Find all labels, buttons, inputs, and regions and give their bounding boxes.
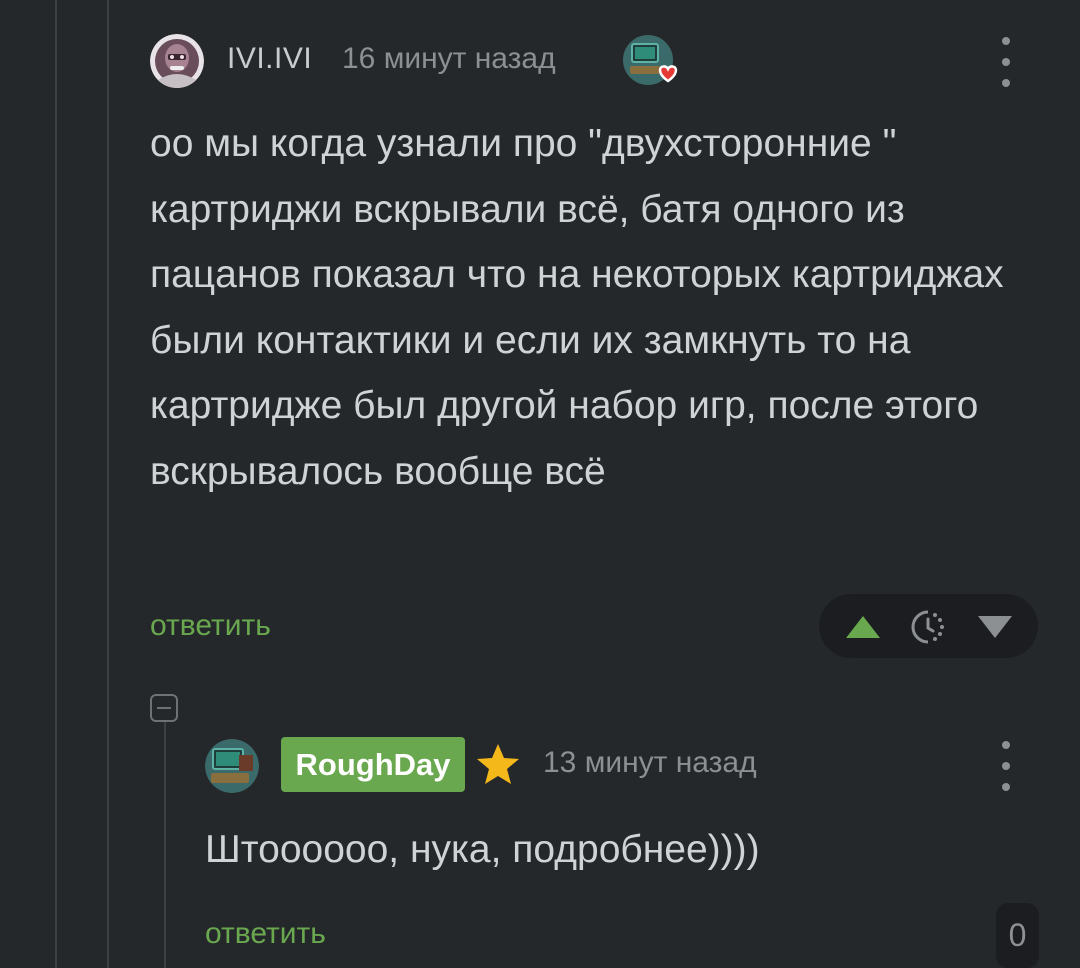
more-options-icon[interactable] [991,741,1021,791]
username[interactable]: IVI.IVI [227,42,312,76]
timer-icon[interactable] [909,608,947,651]
thread-line-outer [55,0,57,968]
user-avatar[interactable] [150,34,204,88]
thread-line-parent [107,0,109,968]
rating-count[interactable]: 0 [996,903,1039,968]
reply-button[interactable]: ответить [205,917,326,951]
collapse-thread-button[interactable] [150,694,178,722]
star-icon [476,743,520,790]
username-badge[interactable]: RoughDay [281,737,465,792]
timestamp: 13 минут назад [543,746,757,779]
rating-controls [819,594,1038,658]
upvote-icon[interactable] [844,614,882,645]
heart-badge-icon [622,34,678,90]
downvote-icon[interactable] [976,614,1014,645]
comment-text: Штоооооо, нука, подробнее)))) [205,828,760,871]
comment-text: оо мы когда узнали про "двухсторонние " … [150,122,1004,493]
user-avatar[interactable] [205,739,259,793]
more-options-icon[interactable] [991,37,1021,87]
reply-button[interactable]: ответить [150,609,271,643]
thread-line-reply [164,722,166,968]
timestamp: 16 минут назад [342,42,556,75]
